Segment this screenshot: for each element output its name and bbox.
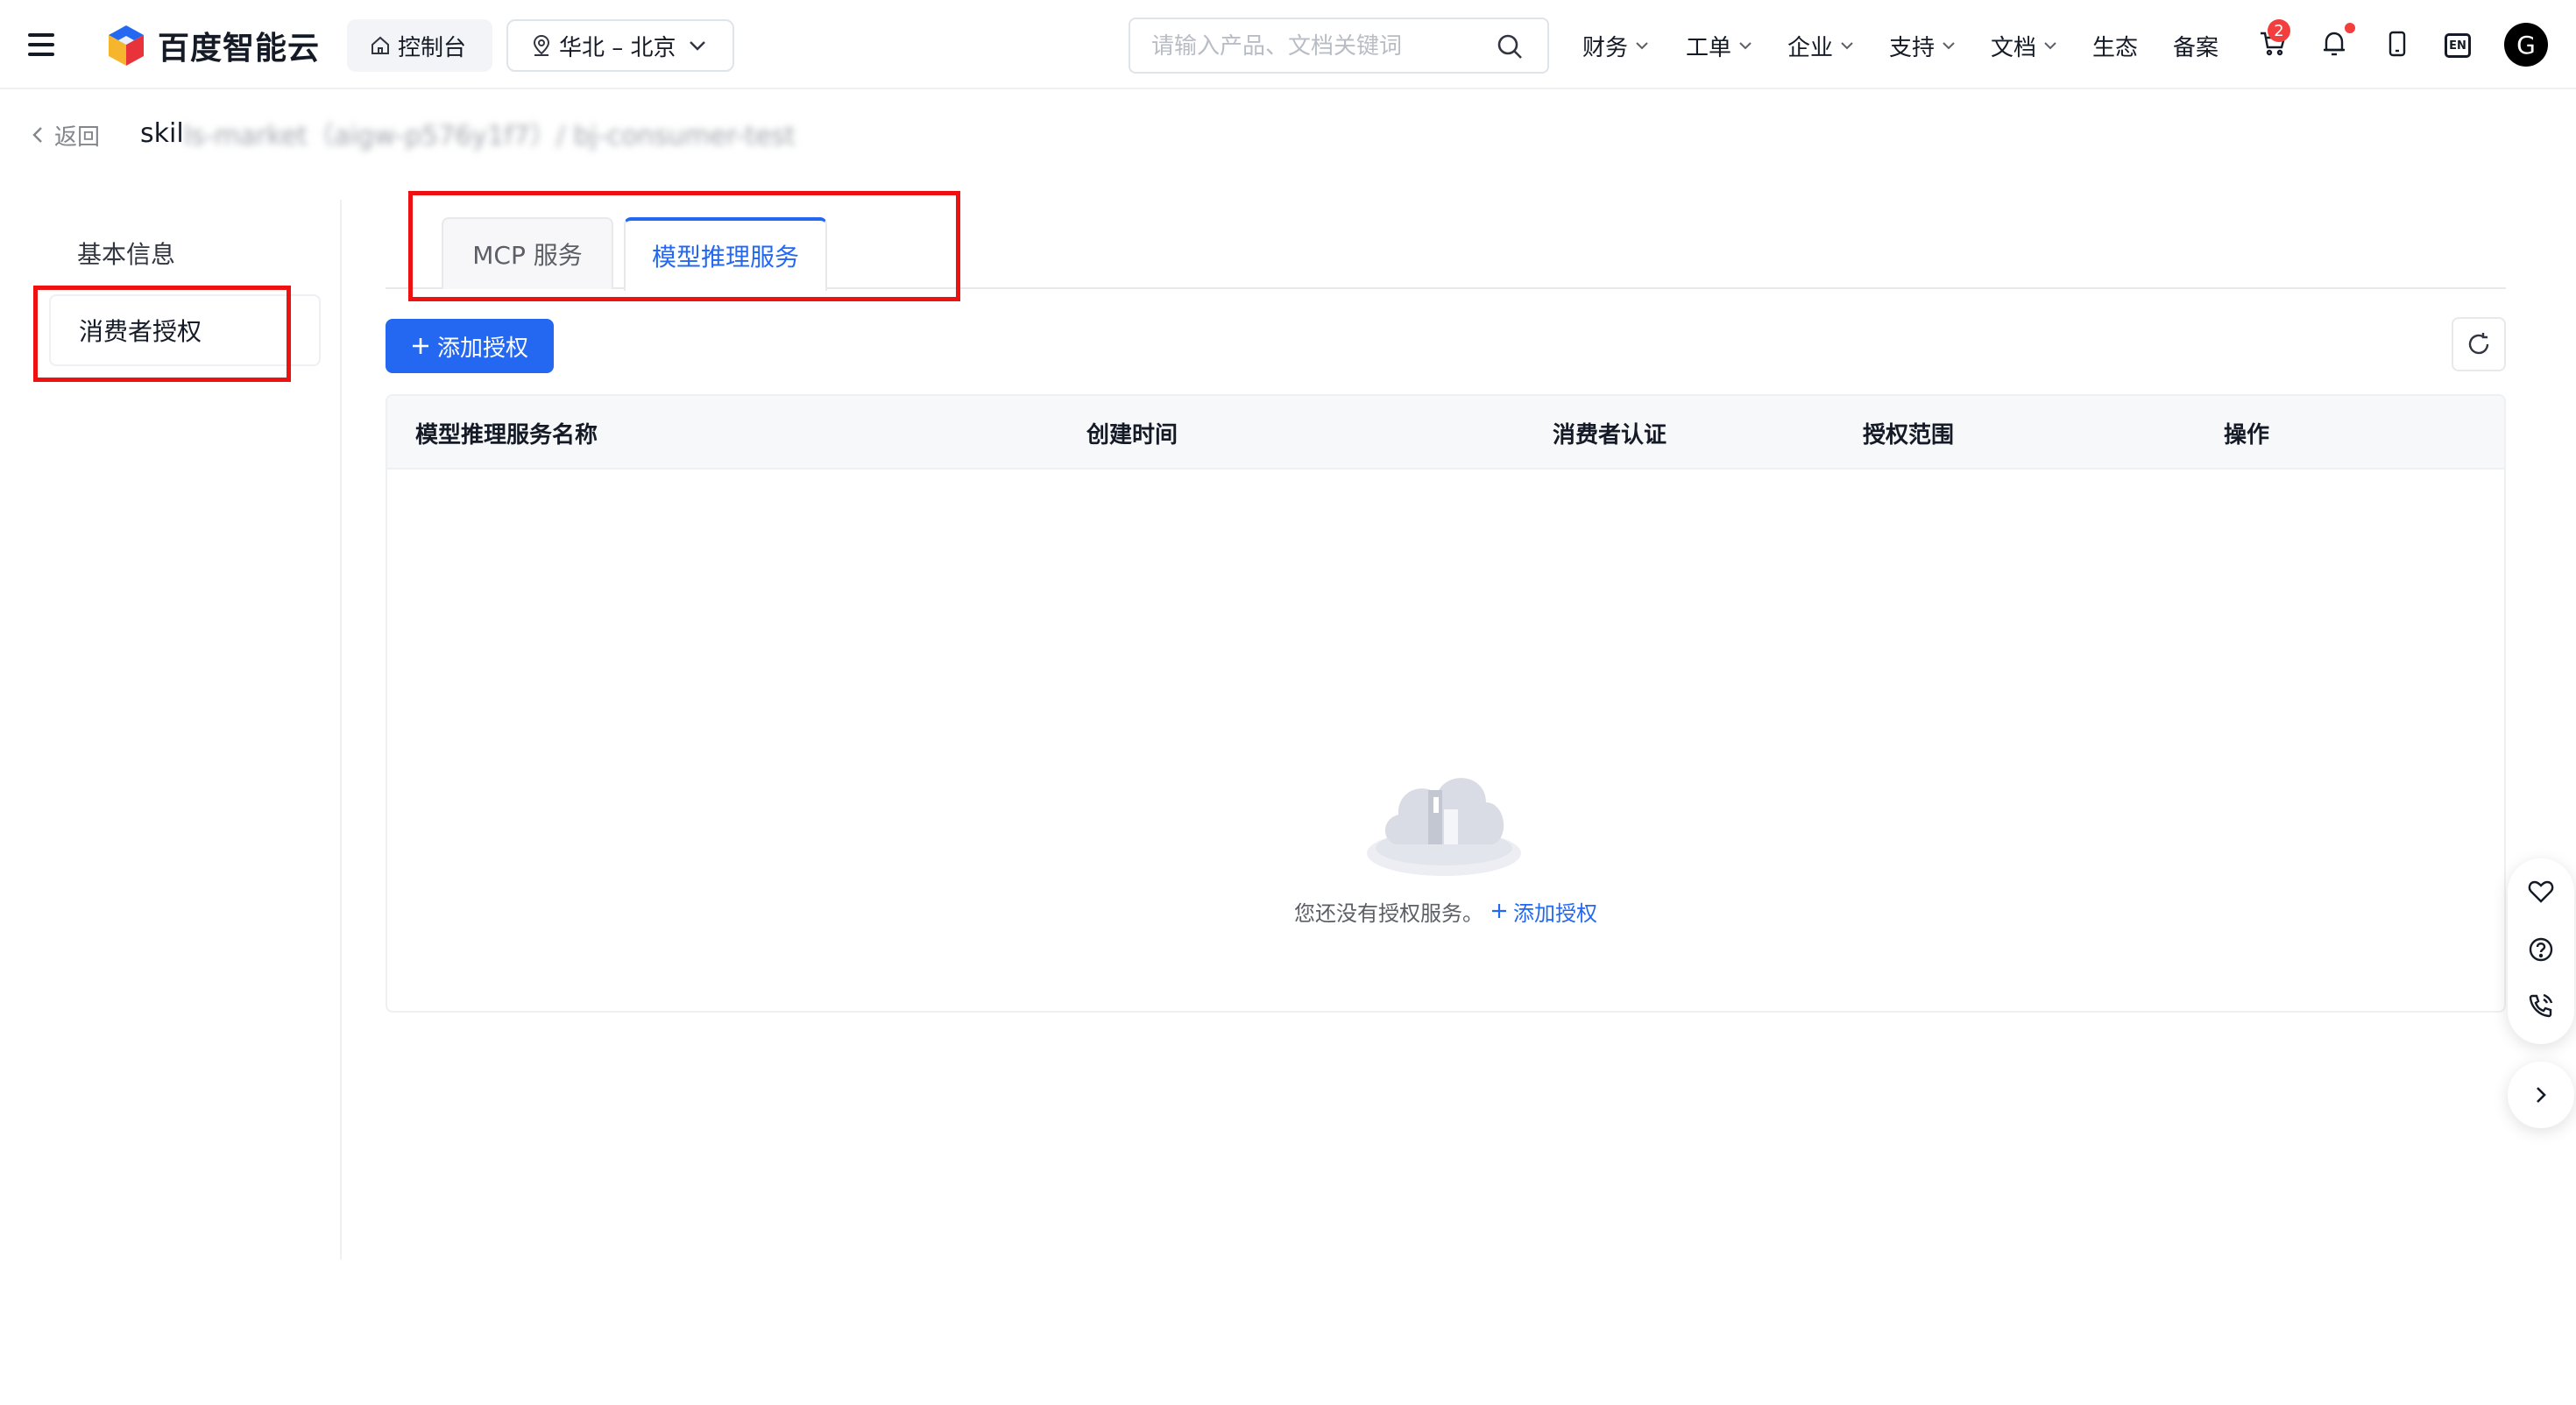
table-header: 模型推理服务名称 创建时间 消费者认证 授权范围 操作 — [387, 396, 2504, 470]
avatar[interactable]: G — [2504, 23, 2548, 67]
page-title: skil ls-market（aigw-p576y1f7）/ bj-consum… — [140, 114, 796, 152]
empty-state-illustration — [1367, 778, 1521, 876]
language-switch[interactable]: EN — [2445, 33, 2471, 58]
empty-link-label: 添加授权 — [1513, 900, 1597, 926]
chevron-left-icon — [32, 127, 42, 143]
search-icon[interactable] — [1497, 33, 1523, 60]
empty-add-auth-link[interactable]: 添加授权 — [1490, 896, 1597, 927]
cube-logo-icon — [109, 25, 144, 66]
annotation-box-sidebar — [33, 286, 291, 382]
plus-icon — [1492, 904, 1506, 918]
floating-help-rail — [2508, 858, 2574, 1044]
top-bar: 百度智能云 控制台 华北 – 北京 财务 工单 企业 支持 文档 — [0, 0, 2576, 89]
region-selector[interactable]: 华北 – 北京 — [506, 19, 734, 72]
refresh-icon — [2468, 333, 2489, 355]
nav-ecosystem-label: 生态 — [2092, 34, 2139, 61]
phone-icon — [2388, 31, 2406, 57]
region-label: 华北 – 北京 — [559, 34, 676, 61]
back-link[interactable]: 返回 — [32, 117, 100, 152]
nav-support-label: 支持 — [1889, 34, 1936, 61]
nav-finance[interactable]: 财务 — [1582, 25, 1649, 67]
nav-docs[interactable]: 文档 — [1991, 25, 2057, 67]
console-button[interactable]: 控制台 — [347, 19, 492, 72]
nav-ticket[interactable]: 工单 — [1686, 25, 1752, 67]
back-label: 返回 — [54, 124, 101, 151]
location-pin-icon — [533, 34, 550, 56]
collapse-rail-button[interactable] — [2508, 1062, 2574, 1128]
nav-enterprise[interactable]: 企业 — [1787, 25, 1854, 67]
nav-ticket-label: 工单 — [1686, 34, 1732, 61]
page-title-visible: skil — [140, 117, 184, 149]
favorite-button[interactable] — [2525, 876, 2557, 907]
column-header-created: 创建时间 — [1086, 421, 1178, 448]
nav-support[interactable]: 支持 — [1889, 25, 1956, 67]
console-label: 控制台 — [398, 34, 467, 61]
column-header-scope: 授权范围 — [1863, 421, 1955, 448]
contact-button[interactable] — [2525, 990, 2557, 1021]
nav-filing[interactable]: 备案 — [2173, 25, 2219, 67]
chevron-down-icon — [1943, 42, 1955, 50]
help-icon — [2529, 937, 2553, 962]
nav-ecosystem[interactable]: 生态 — [2092, 25, 2138, 67]
chevron-down-icon — [2044, 42, 2056, 50]
column-header-consumer-auth: 消费者认证 — [1553, 421, 1667, 448]
chevron-down-icon — [689, 41, 705, 51]
cart-badge: 2 — [2268, 19, 2290, 42]
plus-icon — [412, 338, 428, 354]
nav-docs-label: 文档 — [1991, 34, 2037, 61]
column-header-actions: 操作 — [2224, 421, 2270, 448]
bell-icon — [2324, 32, 2345, 56]
chevron-down-icon — [1636, 42, 1648, 50]
nav-finance-label: 财务 — [1582, 34, 1629, 61]
refresh-button[interactable] — [2452, 317, 2506, 371]
search-input[interactable] — [1151, 32, 1484, 61]
brand-logo[interactable]: 百度智能云 — [105, 23, 320, 68]
auth-table: 模型推理服务名称 创建时间 消费者认证 授权范围 操作 您还没有授权服务。 添加… — [386, 394, 2506, 1013]
home-icon — [372, 36, 389, 54]
hamburger-icon[interactable] — [26, 30, 58, 60]
help-button[interactable] — [2525, 934, 2557, 965]
column-header-name: 模型推理服务名称 — [415, 421, 598, 448]
add-auth-button[interactable]: 添加授权 — [386, 319, 554, 373]
phone-call-icon — [2529, 993, 2553, 1018]
sidebar-item-label: 基本信息 — [77, 240, 176, 269]
search-box[interactable] — [1129, 18, 1549, 74]
sidebar-item-basic-info[interactable]: 基本信息 — [49, 217, 321, 289]
empty-state-text: 您还没有授权服务。 — [1294, 900, 1483, 926]
brand-name: 百度智能云 — [158, 31, 321, 67]
page-title-blurred: ls-market（aigw-p576y1f7）/ bj-consumer-te… — [183, 121, 796, 152]
nav-filing-label: 备案 — [2173, 34, 2219, 61]
heart-icon — [2528, 880, 2554, 903]
chevron-right-icon — [2537, 1087, 2546, 1103]
mobile-button[interactable] — [2380, 26, 2415, 61]
add-auth-label: 添加授权 — [436, 335, 528, 362]
nav-enterprise-label: 企业 — [1787, 34, 1834, 61]
empty-state: 您还没有授权服务。 添加授权 — [387, 893, 2504, 928]
chevron-down-icon — [1841, 42, 1853, 50]
annotation-box-tabs — [408, 191, 960, 301]
notification-dot — [2345, 23, 2355, 33]
chevron-down-icon — [1739, 42, 1752, 50]
